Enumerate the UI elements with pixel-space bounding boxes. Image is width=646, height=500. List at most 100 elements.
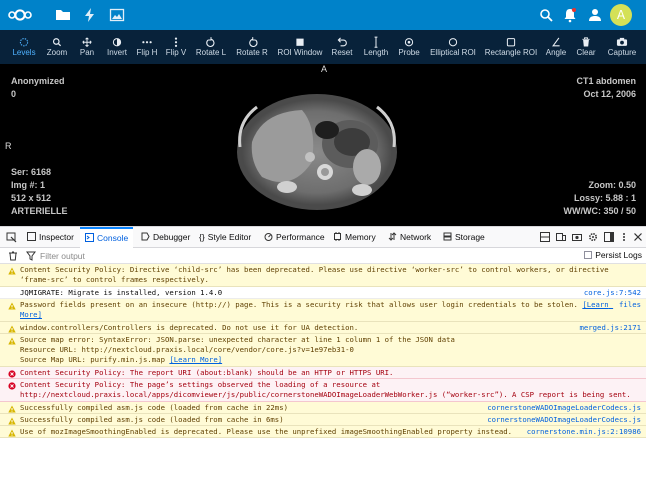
tool-flip-v-button[interactable]: Flip V (162, 30, 190, 64)
tool-label: Flip H (136, 48, 158, 57)
square-outline-icon (506, 38, 516, 47)
clear-console-icon[interactable] (8, 251, 18, 261)
ruler-icon (374, 36, 378, 48)
tab-style-editor[interactable]: {} Style Editor (199, 227, 251, 248)
warning-icon (8, 302, 16, 310)
console-message[interactable]: Password fields present on an insecure (… (0, 299, 646, 322)
console-message-source[interactable]: cornerstoneWADOImageLoaderCodecs.js (487, 415, 641, 425)
console-message-source[interactable]: core.js:7:542 (584, 288, 641, 298)
half-circle-icon (112, 38, 122, 47)
warning-icon (8, 429, 16, 437)
notifications-bell-icon[interactable] (562, 7, 578, 23)
contacts-menu-icon[interactable] (587, 7, 603, 23)
tool-angle-button[interactable]: Angle (543, 30, 569, 64)
tool-label: Invert (106, 48, 127, 57)
tool-clear-button[interactable]: Clear (572, 30, 600, 64)
persist-logs-toggle[interactable]: Persist Logs (584, 250, 642, 260)
search-icon[interactable] (538, 7, 554, 23)
console-output[interactable]: Content Security Policy: Directive ‘chil… (0, 264, 646, 500)
tab-network[interactable]: Network (388, 227, 431, 248)
tab-memory[interactable]: Memory (333, 227, 376, 248)
user-avatar[interactable]: A (610, 4, 632, 26)
screenshot-icon[interactable] (572, 232, 582, 242)
tool-label: ROI Window (277, 48, 323, 57)
dicom-viewport[interactable]: Anonymized 0 A CT1 abdomen Oct 12, 2006 … (0, 64, 646, 226)
search-icon (52, 38, 62, 47)
console-message-source[interactable]: merged.js:2171 (579, 323, 641, 333)
console-message[interactable]: Successfully compiled asm.js code (loade… (0, 414, 646, 426)
tool-label: Rotate R (236, 48, 268, 57)
tool-capture-button[interactable]: Capture (602, 30, 642, 64)
console-message-source[interactable]: cornerstone.min.js:2:10986 (527, 427, 641, 437)
tab-storage[interactable]: Storage (443, 227, 485, 248)
tool-pan-button[interactable]: Pan (73, 30, 101, 64)
console-message-text: Source map error: SyntaxError: JSON.pars… (20, 335, 642, 365)
tool-rotate-right-button[interactable]: Rotate R (232, 30, 272, 64)
tool-label: Probe (398, 48, 420, 57)
files-folder-icon[interactable] (55, 7, 71, 23)
target-icon (404, 38, 414, 47)
console-message[interactable]: JQMIGRATE: Migrate is installed, version… (0, 287, 646, 299)
orientation-top: A (321, 64, 328, 74)
tab-console[interactable]: Console (80, 227, 134, 248)
warning-icon (8, 405, 16, 413)
tab-debugger[interactable]: Debugger (141, 227, 190, 248)
persist-logs-checkbox[interactable] (584, 251, 593, 259)
performance-icon (264, 233, 273, 241)
tool-label: Rectangle ROI (484, 48, 538, 57)
activity-bolt-icon[interactable] (82, 7, 98, 23)
console-message-text: Content Security Policy: The page’s sett… (20, 380, 631, 399)
tab-inspector-label: Inspector (39, 232, 74, 242)
circle-outline-icon (448, 38, 458, 47)
split-console-icon[interactable] (540, 232, 550, 242)
console-message-source[interactable]: files (619, 300, 641, 310)
tool-reset-button[interactable]: Reset (328, 30, 356, 64)
tool-probe-button[interactable]: Probe (395, 30, 423, 64)
filter-output-input[interactable] (40, 249, 340, 263)
tool-rectangle-roi-button[interactable]: Rectangle ROI (483, 30, 539, 64)
nextcloud-logo[interactable] (8, 8, 32, 22)
dots-horizontal-icon (142, 41, 152, 44)
angle-icon (552, 37, 560, 47)
console-message-source[interactable]: cornerstoneWADOImageLoaderCodecs.js (487, 403, 641, 413)
console-icon (85, 233, 94, 242)
close-icon[interactable] (633, 232, 643, 242)
tool-label: Angle (545, 48, 567, 57)
debugger-icon (141, 232, 150, 241)
learn-more-link[interactable]: [Learn More] (169, 355, 222, 364)
console-message[interactable]: Content Security Policy: Directive ‘chil… (0, 264, 646, 287)
tab-network-label: Network (400, 232, 432, 242)
tool-length-button[interactable]: Length (360, 30, 392, 64)
responsive-design-icon[interactable] (556, 232, 566, 242)
warning-icon (8, 417, 16, 425)
more-options-icon[interactable] (619, 232, 629, 242)
console-message[interactable]: Use of mozImageSmoothingEnabled is depre… (0, 426, 646, 438)
console-message[interactable]: Content Security Policy: The page’s sett… (0, 379, 646, 402)
tab-inspector[interactable]: Inspector (27, 227, 74, 248)
tab-console-label: Console (97, 233, 129, 243)
console-message[interactable]: Source map error: SyntaxError: JSON.pars… (0, 334, 646, 367)
settings-gear-icon[interactable] (588, 232, 598, 242)
console-message[interactable]: Successfully compiled asm.js code (loade… (0, 402, 646, 414)
tool-rotate-left-button[interactable]: Rotate L (192, 30, 230, 64)
gallery-image-icon[interactable] (109, 7, 125, 23)
tool-label: Reset (331, 48, 353, 57)
console-message[interactable]: window.controllers/Controllers is deprec… (0, 322, 646, 334)
dock-side-icon[interactable] (604, 232, 614, 242)
tool-levels-button[interactable]: Levels (7, 30, 41, 64)
patient-id: 0 (11, 89, 17, 99)
tool-invert-button[interactable]: Invert (101, 30, 133, 64)
console-message-text: Password fields present on an insecure (… (20, 300, 642, 320)
filter-funnel-icon (26, 251, 36, 261)
rotate-right-icon (249, 37, 258, 48)
tool-zoom-button[interactable]: Zoom (42, 30, 72, 64)
console-message[interactable]: Content Security Policy: The report URI … (0, 367, 646, 379)
tool-roi-window-button[interactable]: ROI Window (275, 30, 325, 64)
warning-icon (8, 325, 16, 333)
network-icon (388, 232, 397, 241)
element-picker-icon[interactable] (6, 232, 17, 243)
tool-label: Flip V (165, 48, 187, 57)
tool-flip-h-button[interactable]: Flip H (133, 30, 161, 64)
tab-performance[interactable]: Performance (264, 227, 325, 248)
tool-elliptical-roi-button[interactable]: Elliptical ROI (426, 30, 480, 64)
